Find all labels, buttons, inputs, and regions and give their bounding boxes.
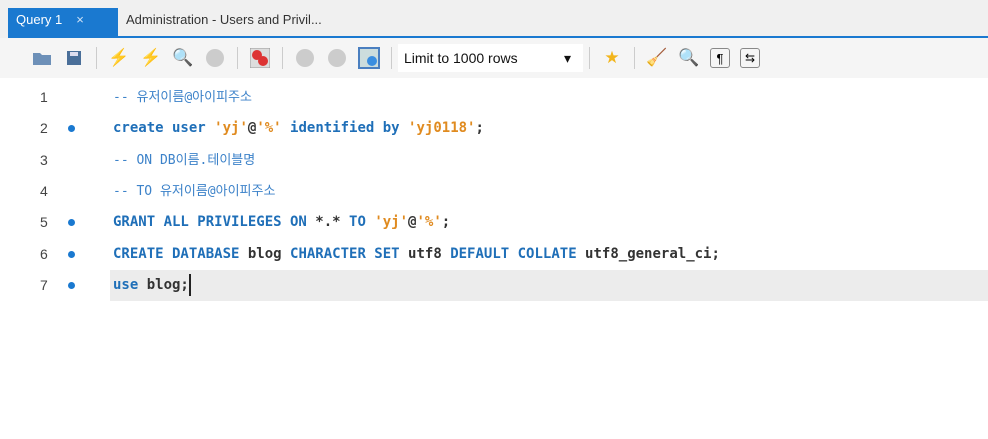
find-icon[interactable]: 🔍 xyxy=(678,47,700,69)
sql-editor[interactable]: 1 -- 유저이름@아이피주소 2 create user 'yj'@'%' iden… xyxy=(0,78,988,439)
separator xyxy=(96,47,97,69)
save-icon[interactable] xyxy=(63,47,85,69)
code-text: -- ON DB이름.테이블명 xyxy=(113,145,255,176)
rollback-icon[interactable] xyxy=(326,47,348,69)
code-line[interactable]: 6 CREATE DATABASE blog CHARACTER SET utf8… xyxy=(0,239,988,270)
code-line[interactable]: 2 create user 'yj'@'%' identified by 'yj0… xyxy=(0,113,988,144)
tab-bar: Query 1 × Administration - Users and Priv… xyxy=(0,0,988,38)
code-line[interactable]: 7 use blog; xyxy=(0,269,988,301)
line-number: 4 xyxy=(40,182,48,199)
code-token: CHARACTER SET xyxy=(290,245,409,262)
text-caret xyxy=(188,273,191,296)
code-line[interactable]: 4 -- TO 유저이름@아이피주소 xyxy=(0,176,988,207)
toggle-error-stop-icon[interactable] xyxy=(249,47,271,69)
add-snippet-icon[interactable]: ★ xyxy=(601,47,623,69)
code-token: utf8 xyxy=(408,245,451,262)
code-token: -- 유저이름@아이피주소 xyxy=(113,90,252,105)
code-token: -- ON DB이름.테이블명 xyxy=(113,152,256,168)
execute-icon[interactable]: ⚡ xyxy=(108,47,130,69)
line-number: 5 xyxy=(40,214,48,231)
limit-rows-select[interactable]: Limit to 1000 rows ▾ xyxy=(398,44,583,72)
line-number: 7 xyxy=(40,276,48,293)
code-text: use blog; xyxy=(113,270,191,301)
code-text: -- 유저이름@아이피주소 xyxy=(113,82,252,113)
code-token: '%' xyxy=(416,214,442,231)
code-token: create user xyxy=(113,120,215,137)
tab-label: Query 1 xyxy=(16,12,63,27)
word-wrap-icon[interactable]: ⇆ xyxy=(740,48,760,68)
code-text: GRANT ALL PRIVILEGES ON *.* TO 'yj'@'%'; xyxy=(113,207,450,238)
separator xyxy=(634,47,635,69)
code-token: identified by xyxy=(281,120,409,137)
line-number: 3 xyxy=(40,151,48,168)
code-token: ; xyxy=(441,214,451,231)
current-line-highlight xyxy=(110,269,988,301)
code-text: -- TO 유저이름@아이피주소 xyxy=(113,176,275,207)
code-token: ; xyxy=(475,120,484,137)
statement-marker-icon xyxy=(68,250,75,258)
code-line[interactable]: 3 -- ON DB이름.테이블명 xyxy=(0,145,988,176)
execute-current-icon[interactable]: ⚡ xyxy=(140,47,162,69)
separator xyxy=(391,47,392,69)
code-token: 'yj' xyxy=(374,214,409,231)
commit-icon[interactable] xyxy=(294,47,316,69)
code-token: TO xyxy=(340,214,375,231)
line-number: 1 xyxy=(40,89,48,105)
query-toolbar: ⚡ ⚡ 🔍 Limit to 1000 rows ▾ ★ 🧹 🔍 ¶ ⇆ xyxy=(0,38,988,78)
code-token: 'yj' xyxy=(214,120,248,137)
tab-administration[interactable]: Administration - Users and Privil... xyxy=(118,8,330,38)
separator xyxy=(282,47,283,69)
autocommit-icon[interactable] xyxy=(358,47,380,69)
code-token: blog xyxy=(247,245,291,262)
code-token: '%' xyxy=(256,120,282,137)
code-token: -- TO 유저이름@아이피주소 xyxy=(113,183,276,199)
code-token: GRANT ALL PRIVILEGES ON xyxy=(113,214,316,231)
close-icon[interactable]: × xyxy=(76,12,84,27)
separator xyxy=(237,47,238,69)
line-number: 6 xyxy=(40,245,48,262)
code-line[interactable]: 1 -- 유저이름@아이피주소 xyxy=(0,82,988,113)
code-text: create user 'yj'@'%' identified by 'yj01… xyxy=(113,113,484,144)
statement-marker-icon xyxy=(68,219,75,227)
open-folder-icon[interactable] xyxy=(31,47,53,69)
invisible-chars-icon[interactable]: ¶ xyxy=(710,48,730,68)
separator xyxy=(589,47,590,69)
code-token: utf8_general_ci; xyxy=(585,245,720,262)
limit-label: Limit to 1000 rows xyxy=(404,50,518,66)
stop-icon[interactable] xyxy=(204,47,226,69)
code-token: DEFAULT COLLATE xyxy=(450,245,586,262)
code-token: CREATE DATABASE xyxy=(113,245,248,262)
line-number: 2 xyxy=(40,120,48,137)
code-token: 'yj0118' xyxy=(408,120,476,137)
chevron-down-icon: ▾ xyxy=(563,49,571,66)
statement-marker-icon xyxy=(68,281,75,289)
code-text: CREATE DATABASE blog CHARACTER SET utf8 … xyxy=(113,239,720,270)
code-line[interactable]: 5 GRANT ALL PRIVILEGES ON *.* TO 'yj'@'%'… xyxy=(0,207,988,238)
statement-marker-icon xyxy=(68,125,75,133)
explain-icon[interactable]: 🔍 xyxy=(172,47,194,69)
code-token: *.* xyxy=(315,214,341,231)
beautify-icon[interactable]: 🧹 xyxy=(646,47,668,69)
code-token: use xyxy=(113,276,147,293)
code-token: blog; xyxy=(146,276,189,293)
tab-query-1[interactable]: Query 1 × xyxy=(8,8,118,38)
